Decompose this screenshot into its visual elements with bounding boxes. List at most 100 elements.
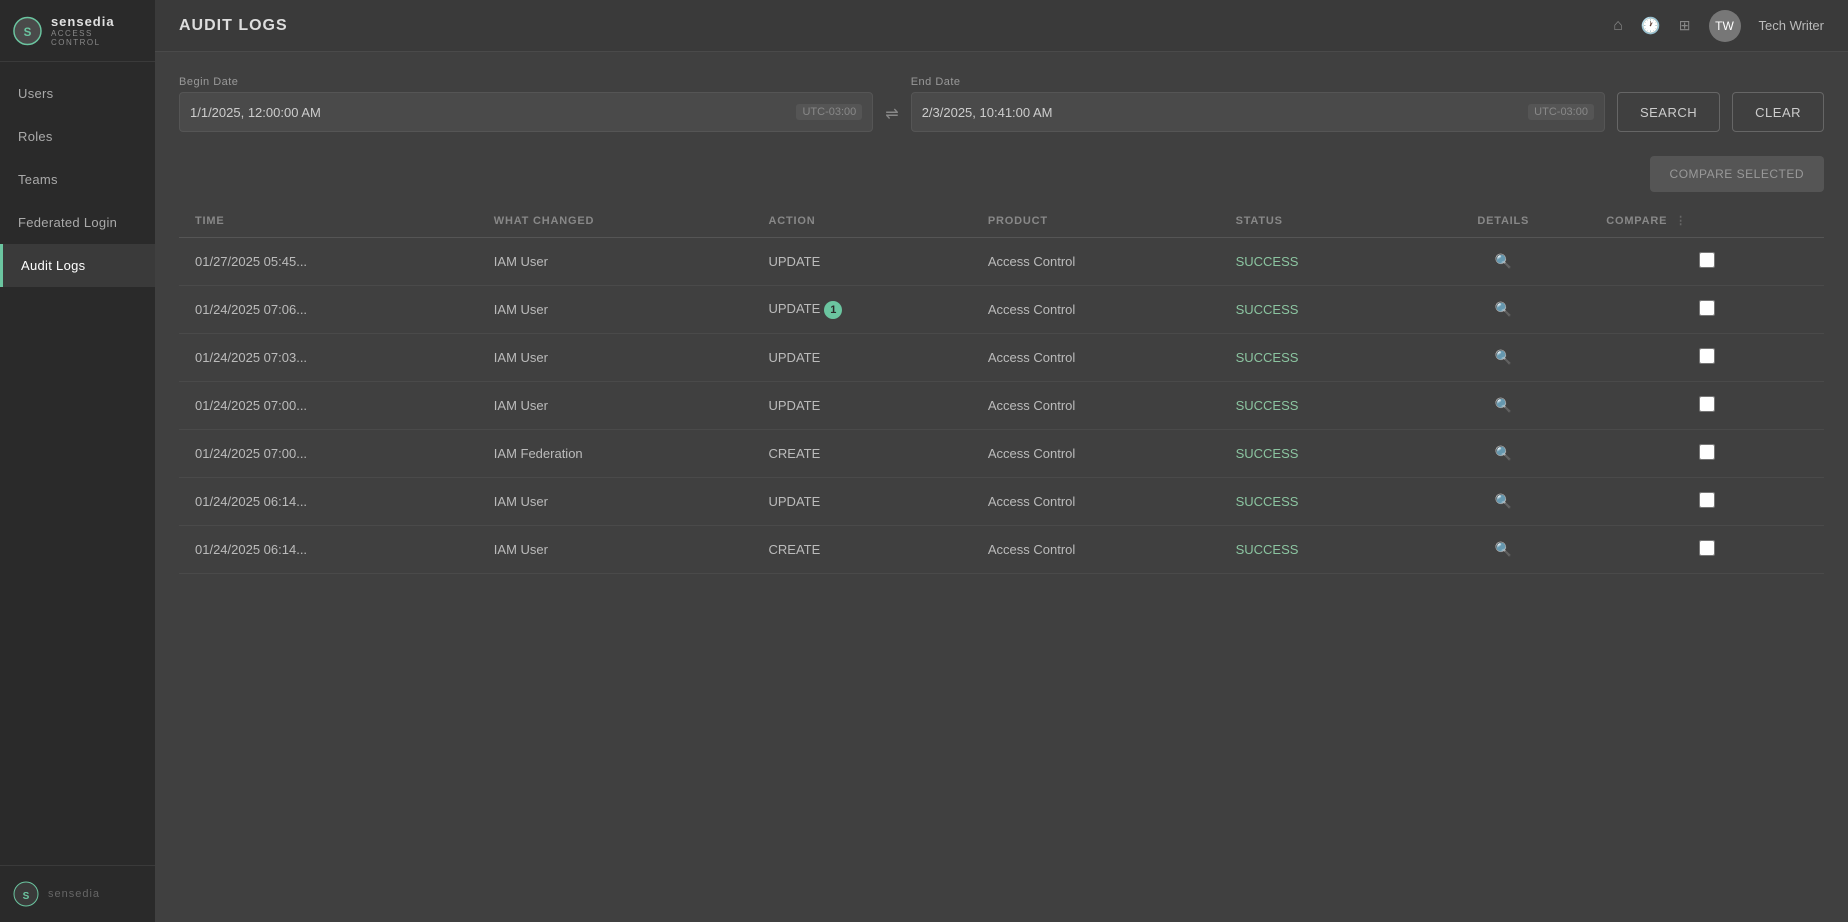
cell-action: UPDATE xyxy=(753,334,972,382)
clear-button[interactable]: CLEAR xyxy=(1732,92,1824,132)
begin-timezone-badge: UTC-03:00 xyxy=(796,104,862,120)
begin-date-field: Begin Date UTC-03:00 xyxy=(179,76,873,132)
cell-compare xyxy=(1590,286,1824,334)
cell-action: UPDATE xyxy=(753,238,972,286)
cell-what-changed: IAM User xyxy=(478,334,753,382)
table-container: TIME WHAT CHANGED ACTION PRODUCT STATUS … xyxy=(179,204,1824,574)
compare-checkbox[interactable] xyxy=(1699,348,1715,364)
cell-time: 01/24/2025 06:14... xyxy=(179,478,478,526)
begin-date-label: Begin Date xyxy=(179,76,873,88)
col-header-what-changed: WHAT CHANGED xyxy=(478,204,753,238)
user-name: Tech Writer xyxy=(1759,18,1825,33)
details-search-icon[interactable]: 🔍 xyxy=(1495,349,1512,366)
col-header-time: TIME xyxy=(179,204,478,238)
compare-menu-icon[interactable]: ⋮ xyxy=(1675,215,1687,227)
details-search-icon[interactable]: 🔍 xyxy=(1495,493,1512,510)
cell-product: Access Control xyxy=(972,334,1220,382)
cell-action: UPDATE1 xyxy=(753,286,972,334)
cell-status: SUCCESS xyxy=(1220,238,1417,286)
content-area: Begin Date UTC-03:00 ⇌ End Date UTC-03:0… xyxy=(155,52,1848,922)
sidebar-item-federated-login[interactable]: Federated Login xyxy=(0,201,155,244)
cell-what-changed: IAM User xyxy=(478,478,753,526)
compare-checkbox[interactable] xyxy=(1699,492,1715,508)
cell-product: Access Control xyxy=(972,382,1220,430)
end-date-label: End Date xyxy=(911,76,1605,88)
cell-what-changed: IAM User xyxy=(478,238,753,286)
cell-action: UPDATE xyxy=(753,478,972,526)
page-title: AUDIT LOGS xyxy=(179,17,288,35)
compare-checkbox[interactable] xyxy=(1699,396,1715,412)
cell-status: SUCCESS xyxy=(1220,478,1417,526)
audit-logs-table: TIME WHAT CHANGED ACTION PRODUCT STATUS … xyxy=(179,204,1824,574)
table-row: 01/24/2025 06:14...IAM UserCREATEAccess … xyxy=(179,526,1824,574)
compare-row: COMPARE SELECTED xyxy=(179,156,1824,192)
cell-action: CREATE xyxy=(753,526,972,574)
sidebar-item-audit-logs[interactable]: Audit Logs xyxy=(0,244,155,287)
sidebar-logo: S sensedia ACCESS CONTROL xyxy=(0,0,155,62)
cell-product: Access Control xyxy=(972,286,1220,334)
cell-details: 🔍 xyxy=(1416,286,1590,334)
compare-selected-button[interactable]: COMPARE SELECTED xyxy=(1650,156,1824,192)
end-date-input-wrapper[interactable]: UTC-03:00 xyxy=(911,92,1605,132)
sidebar-item-roles[interactable]: Roles xyxy=(0,115,155,158)
compare-checkbox[interactable] xyxy=(1699,300,1715,316)
cell-details: 🔍 xyxy=(1416,238,1590,286)
home-icon[interactable]: ⌂ xyxy=(1613,17,1623,35)
filter-row: Begin Date UTC-03:00 ⇌ End Date UTC-03:0… xyxy=(179,76,1824,132)
cell-status: SUCCESS xyxy=(1220,286,1417,334)
clock-icon[interactable]: 🕐 xyxy=(1641,16,1661,36)
cell-time: 01/24/2025 06:14... xyxy=(179,526,478,574)
col-header-product: PRODUCT xyxy=(972,204,1220,238)
sidebar-item-teams[interactable]: Teams xyxy=(0,158,155,201)
details-search-icon[interactable]: 🔍 xyxy=(1495,253,1512,270)
col-header-compare: COMPARE ⋮ xyxy=(1590,204,1824,238)
cell-details: 🔍 xyxy=(1416,478,1590,526)
details-search-icon[interactable]: 🔍 xyxy=(1495,541,1512,558)
cell-time: 01/24/2025 07:03... xyxy=(179,334,478,382)
search-button[interactable]: SEARCH xyxy=(1617,92,1720,132)
col-header-action: ACTION xyxy=(753,204,972,238)
end-date-field: End Date UTC-03:00 xyxy=(911,76,1605,132)
cell-details: 🔍 xyxy=(1416,526,1590,574)
cell-status: SUCCESS xyxy=(1220,334,1417,382)
cell-what-changed: IAM User xyxy=(478,382,753,430)
cell-compare xyxy=(1590,526,1824,574)
details-search-icon[interactable]: 🔍 xyxy=(1495,445,1512,462)
sidebar-bottom: S sensedia xyxy=(0,865,155,922)
svg-text:S: S xyxy=(23,891,30,902)
cell-status: SUCCESS xyxy=(1220,526,1417,574)
end-date-input[interactable] xyxy=(922,105,1520,120)
cell-compare xyxy=(1590,382,1824,430)
cell-what-changed: IAM User xyxy=(478,286,753,334)
action-badge: 1 xyxy=(824,301,842,319)
table-row: 01/27/2025 05:45...IAM UserUPDATEAccess … xyxy=(179,238,1824,286)
grid-icon[interactable]: ⊞ xyxy=(1679,17,1691,34)
cell-compare xyxy=(1590,478,1824,526)
topbar-icons: ⌂ 🕐 ⊞ TW Tech Writer xyxy=(1613,10,1824,42)
cell-compare xyxy=(1590,430,1824,478)
begin-date-input-wrapper[interactable]: UTC-03:00 xyxy=(179,92,873,132)
begin-date-input[interactable] xyxy=(190,105,788,120)
cell-details: 🔍 xyxy=(1416,334,1590,382)
compare-checkbox[interactable] xyxy=(1699,444,1715,460)
sidebar-bottom-label: sensedia xyxy=(48,888,100,900)
cell-compare xyxy=(1590,238,1824,286)
compare-checkbox[interactable] xyxy=(1699,252,1715,268)
cell-time: 01/24/2025 07:00... xyxy=(179,430,478,478)
compare-checkbox[interactable] xyxy=(1699,540,1715,556)
cell-compare xyxy=(1590,334,1824,382)
details-search-icon[interactable]: 🔍 xyxy=(1495,397,1512,414)
cell-what-changed: IAM Federation xyxy=(478,430,753,478)
sidebar-item-users[interactable]: Users xyxy=(0,72,155,115)
cell-status: SUCCESS xyxy=(1220,382,1417,430)
details-search-icon[interactable]: 🔍 xyxy=(1495,301,1512,318)
logo-name: sensedia xyxy=(51,14,143,29)
table-row: 01/24/2025 07:03...IAM UserUPDATEAccess … xyxy=(179,334,1824,382)
sensedia-logo-icon: S xyxy=(12,15,43,47)
cell-time: 01/24/2025 07:06... xyxy=(179,286,478,334)
cell-product: Access Control xyxy=(972,526,1220,574)
svg-text:S: S xyxy=(24,25,32,38)
cell-time: 01/24/2025 07:00... xyxy=(179,382,478,430)
cell-product: Access Control xyxy=(972,430,1220,478)
cell-action: UPDATE xyxy=(753,382,972,430)
